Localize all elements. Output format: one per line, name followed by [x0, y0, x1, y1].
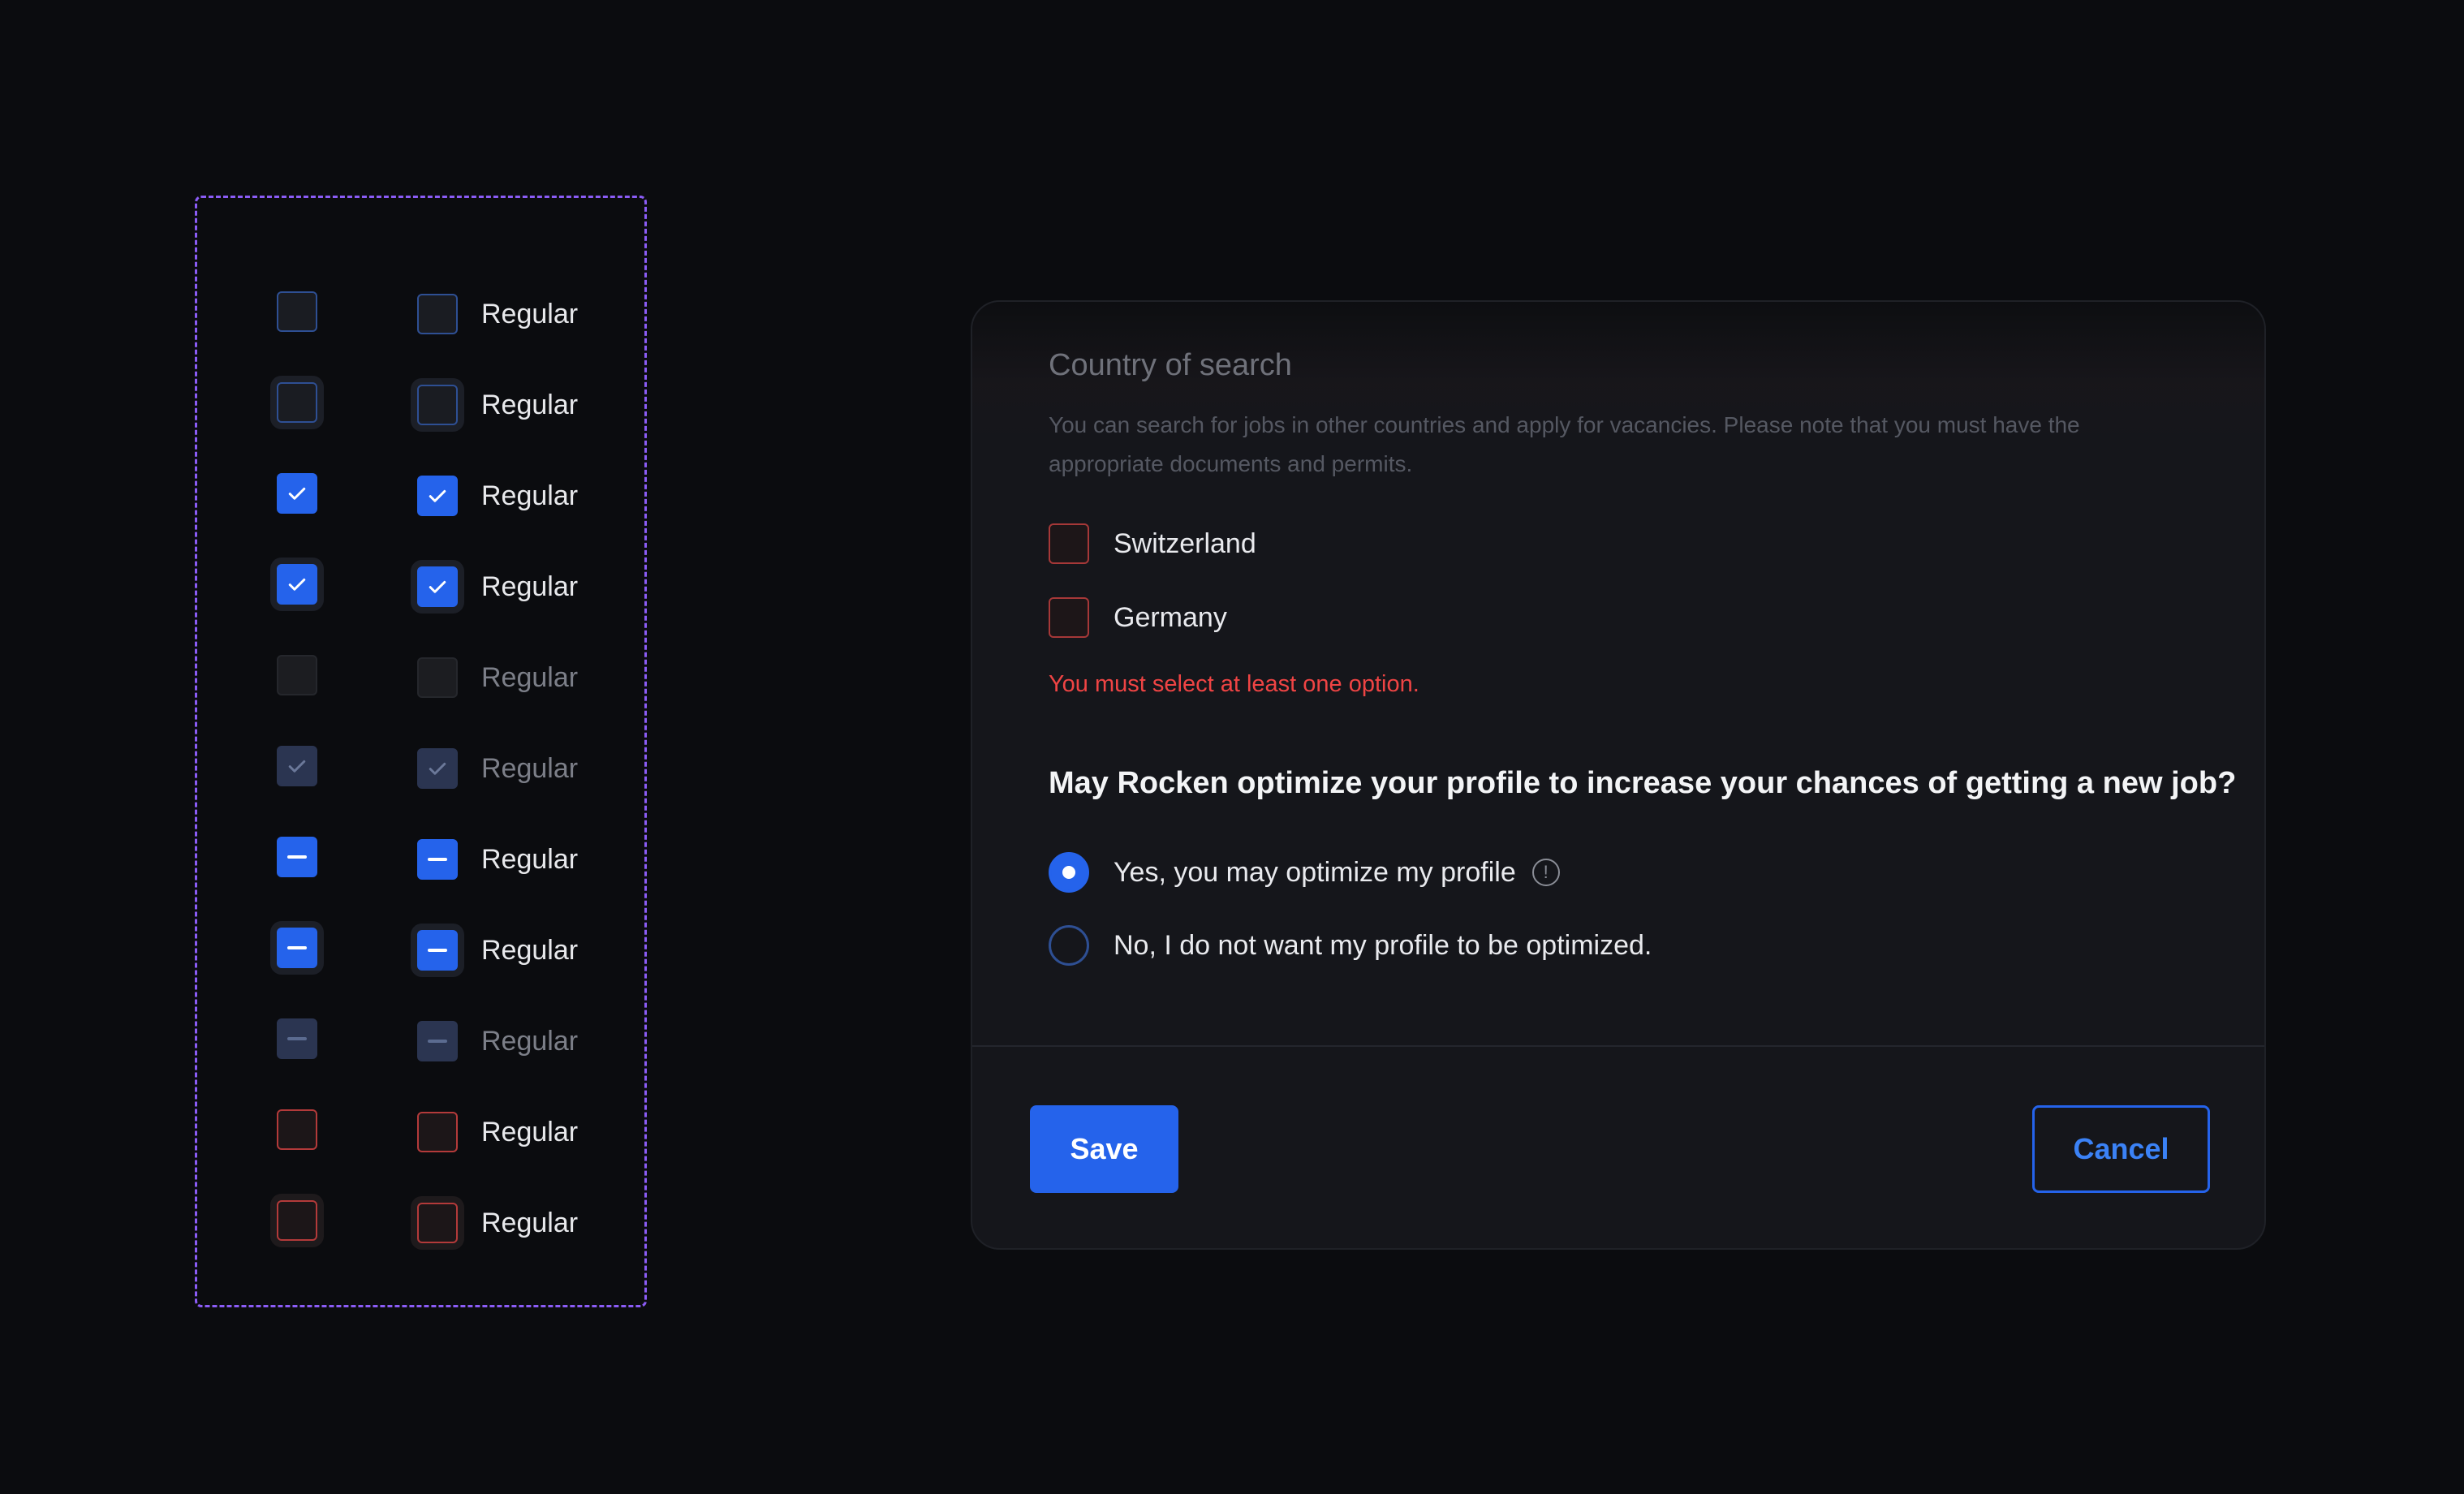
checkbox-indeterminate[interactable] — [277, 837, 317, 877]
checkbox-disabled-checked — [277, 746, 317, 786]
radio-label: Yes, you may optimize my profile — [1114, 856, 1516, 888]
checkbox-disabled-labeled — [417, 657, 458, 698]
checkbox-switzerland[interactable] — [1049, 523, 1089, 564]
minus-icon — [287, 855, 307, 859]
specimen-row-checked-focus: Regular — [197, 552, 644, 617]
checkbox-error[interactable] — [277, 1109, 317, 1150]
preferences-form-card: Country of search You can search for job… — [971, 300, 2266, 1250]
checkmark-icon — [429, 580, 446, 593]
checkbox-label: Regular — [481, 1208, 579, 1238]
country-option-switzerland[interactable]: Switzerland — [1049, 523, 1256, 564]
minus-icon — [287, 1037, 307, 1040]
section-title: Country of search — [1049, 348, 1292, 382]
checkbox-label: Regular — [481, 390, 579, 420]
minus-icon — [287, 946, 307, 949]
country-label: Switzerland — [1114, 527, 1256, 559]
checkbox-label: Regular — [481, 571, 579, 602]
validation-error-message: You must select at least one option. — [1049, 671, 1419, 697]
checkbox-focus-labeled[interactable] — [417, 385, 458, 425]
checkbox-label: Regular — [481, 844, 579, 875]
checkbox-error-focus-labeled[interactable] — [417, 1203, 458, 1243]
checkbox-label: Regular — [481, 299, 579, 329]
specimen-row-error-focus: Regular — [197, 1188, 644, 1253]
checkbox-indeterminate-focus-labeled[interactable] — [417, 930, 458, 971]
radio-yes[interactable] — [1049, 852, 1089, 893]
checkmark-icon — [288, 760, 306, 773]
checkbox-label: Regular — [481, 753, 579, 784]
specimen-row-disabled-indeterminate: Regular — [197, 1006, 644, 1071]
checkbox-label: Regular — [481, 662, 579, 693]
section-description: You can search for jobs in other countri… — [1049, 412, 2080, 476]
checkmark-icon — [429, 762, 446, 775]
checkbox-checked-focus[interactable] — [277, 564, 317, 605]
checkmark-icon — [429, 489, 446, 502]
checkbox-indeterminate-labeled[interactable] — [417, 839, 458, 880]
checkbox-indeterminate-focus[interactable] — [277, 928, 317, 968]
checkbox-label: Regular — [481, 1026, 579, 1057]
optimization-question: May Rocken optimize your profile to incr… — [1049, 766, 2237, 800]
checkbox-disabled-checked-labeled — [417, 748, 458, 789]
specimen-row-indeterminate-focus: Regular — [197, 915, 644, 980]
country-option-germany[interactable]: Germany — [1049, 597, 1227, 638]
checkbox-checked[interactable] — [277, 473, 317, 514]
specimen-row-focus: Regular — [197, 370, 644, 435]
save-button[interactable]: Save — [1030, 1105, 1178, 1193]
checkbox-label: Regular — [481, 935, 579, 966]
checkbox-germany[interactable] — [1049, 597, 1089, 638]
checkmark-icon — [288, 487, 306, 500]
checkbox-default-labeled[interactable] — [417, 294, 458, 334]
checkbox-disabled-indeterminate-labeled — [417, 1021, 458, 1061]
checkbox-checked-labeled[interactable] — [417, 476, 458, 516]
footer-divider — [972, 1045, 2264, 1047]
checkbox-checked-focus-labeled[interactable] — [417, 566, 458, 607]
specimen-row-checked: Regular — [197, 461, 644, 526]
radio-no[interactable] — [1049, 925, 1089, 966]
checkmark-icon — [288, 578, 306, 591]
specimen-row-indeterminate: Regular — [197, 824, 644, 889]
checkbox-focus[interactable] — [277, 382, 317, 423]
checkbox-specimen-panel: Regular Regular Regular Regular Regular … — [195, 196, 647, 1307]
specimen-row-error: Regular — [197, 1097, 644, 1162]
checkbox-label: Regular — [481, 1117, 579, 1147]
specimen-row-disabled: Regular — [197, 643, 644, 708]
specimen-row-default: Regular — [197, 279, 644, 344]
radio-label: No, I do not want my profile to be optim… — [1114, 929, 1652, 961]
minus-icon — [428, 949, 447, 952]
radio-option-yes[interactable]: Yes, you may optimize my profile ! — [1049, 852, 1560, 893]
canvas: Regular Regular Regular Regular Regular … — [0, 0, 2464, 1494]
checkbox-label: Regular — [481, 480, 579, 511]
checkbox-disabled — [277, 655, 317, 695]
country-label: Germany — [1114, 601, 1227, 633]
radio-option-no[interactable]: No, I do not want my profile to be optim… — [1049, 925, 1652, 966]
checkbox-default[interactable] — [277, 291, 317, 332]
minus-icon — [428, 858, 447, 861]
radio-dot — [1062, 866, 1075, 879]
checkbox-error-labeled[interactable] — [417, 1112, 458, 1152]
info-icon[interactable]: ! — [1531, 859, 1560, 886]
checkbox-disabled-indeterminate — [277, 1018, 317, 1059]
minus-icon — [428, 1040, 447, 1043]
specimen-row-disabled-checked: Regular — [197, 734, 644, 799]
cancel-button[interactable]: Cancel — [2032, 1105, 2210, 1193]
checkbox-error-focus[interactable] — [277, 1200, 317, 1241]
